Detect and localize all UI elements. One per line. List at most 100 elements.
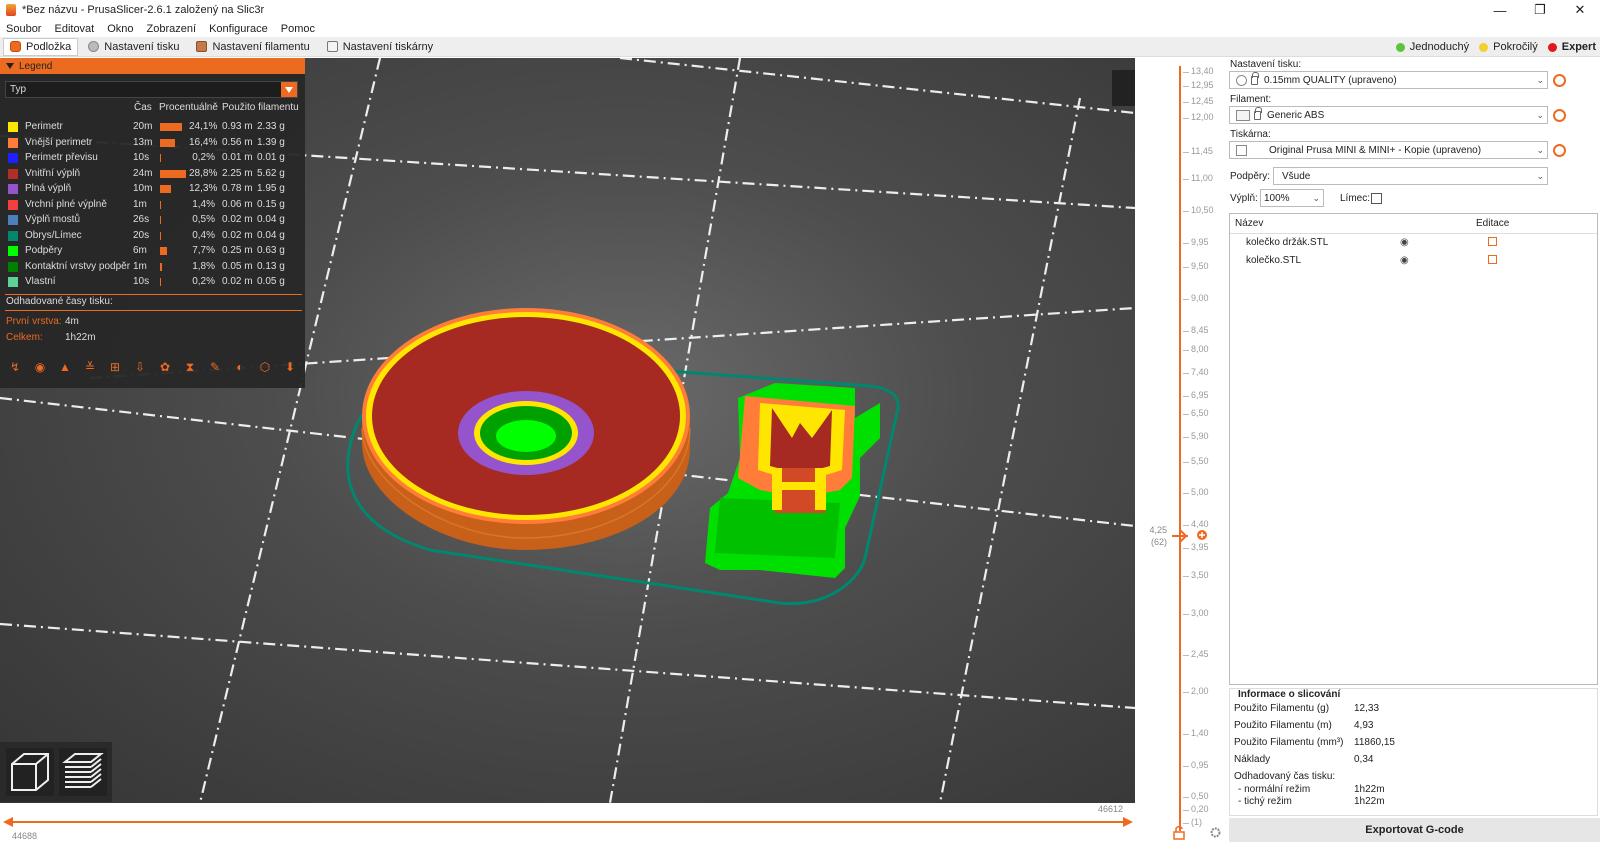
export-gcode-button[interactable]: Exportovat G-code (1229, 818, 1600, 842)
slider-thumb-left-icon[interactable] (3, 817, 13, 827)
retractions-icon[interactable]: ▲ (56, 358, 74, 376)
deretractions-icon[interactable]: ≚ (81, 358, 99, 376)
tab-print-settings[interactable]: Nastavení tisku (81, 38, 186, 56)
mode-advanced[interactable]: Pokročilý (1479, 41, 1538, 53)
3d-view-button[interactable] (6, 748, 54, 796)
vertical-layer-slider[interactable]: 13,40 12,95 12,45 12,00 11,45 11,00 10,50 9,95 9… (1135, 58, 1227, 843)
chevron-down-icon: ⌄ (1536, 145, 1544, 155)
seams-icon[interactable]: ⊞ (106, 358, 124, 376)
legend-percent-bar (160, 200, 162, 209)
menu-view[interactable]: Zobrazení (147, 23, 197, 35)
custom-gcodes-icon[interactable]: ✎ (206, 358, 224, 376)
info-value: 4,93 (1354, 720, 1374, 731)
pause-prints-icon[interactable]: ⧗ (181, 358, 199, 376)
legend-row[interactable]: Výplň mostů 26s 0,5% 0.02 m 0.04 g (0, 212, 305, 227)
chevron-down-icon: ⌄ (1536, 75, 1544, 85)
est-time-title: Odhadovaný čas tisku: (1234, 771, 1336, 782)
layer-tick-label: 2,45 (1183, 649, 1209, 659)
collapse-arrow-icon (6, 63, 14, 69)
legend-row[interactable]: Perimetr převisu 10s 0,2% 0.01 m 0.01 g (0, 150, 305, 165)
print-settings-combo[interactable]: 0.15mm QUALITY (upraveno) ⌄ (1229, 71, 1548, 89)
lock-icon[interactable] (1173, 826, 1185, 840)
legend-length: 0.01 m (222, 152, 253, 163)
tab-filament-settings-label: Nastavení filamentu (212, 40, 310, 53)
legend-percent-bar (160, 123, 182, 131)
edit-print-preset-icon[interactable] (1553, 74, 1566, 87)
minimize-button[interactable]: — (1480, 0, 1520, 20)
eye-icon[interactable]: ◉ (1400, 255, 1409, 266)
infill-combo[interactable]: 100% ⌄ (1260, 189, 1324, 207)
legend-row[interactable]: Obrys/Límec 20s 0,4% 0.02 m 0.04 g (0, 228, 305, 243)
info-value: 11860,15 (1354, 737, 1395, 748)
legend-row[interactable]: Vrchní plné výplně 1m 1,4% 0.06 m 0.15 g (0, 197, 305, 212)
wipe-icon[interactable]: ◉ (31, 358, 49, 376)
supports-combo[interactable]: Všude ⌄ (1273, 167, 1548, 185)
legend-row[interactable]: Vnější perimetr 13m 16,4% 0.56 m 1.39 g (0, 135, 305, 150)
move-slider-upper-value: 46612 (1098, 804, 1124, 814)
legend-row[interactable]: Plná výplň 10m 12,3% 0.78 m 1.95 g (0, 181, 305, 196)
menu-file[interactable]: Soubor (6, 23, 41, 35)
legend-percent: 1,4% (192, 198, 215, 210)
legend-row[interactable]: Perimetr 20m 24,1% 0.93 m 2.33 g (0, 119, 305, 134)
travel-icon[interactable]: ↯ (6, 358, 24, 376)
dropdown-arrow-icon[interactable] (281, 82, 297, 97)
horizontal-slider-track[interactable] (8, 821, 1130, 823)
info-value: 12,33 (1354, 703, 1380, 714)
shells-icon[interactable]: ⬡ (256, 358, 274, 376)
legend-header[interactable]: Legend (0, 58, 305, 74)
legend-percent-bar (160, 169, 186, 178)
menu-edit[interactable]: Editovat (54, 23, 94, 35)
add-color-change-icon[interactable] (1196, 529, 1208, 541)
legend-time: 20m (133, 121, 153, 132)
tool-changes-icon[interactable]: ⇩ (131, 358, 149, 376)
first-layer-value: 4m (65, 316, 79, 327)
menu-help[interactable]: Pomoc (281, 23, 315, 35)
wheel-support (496, 420, 556, 452)
legend-swatch (8, 215, 18, 225)
lock-icon (1254, 106, 1262, 120)
edit-printer-preset-icon[interactable] (1553, 144, 1566, 157)
color-changes-icon[interactable]: ✿ (156, 358, 174, 376)
preview-button[interactable] (59, 748, 107, 796)
center-of-gravity-icon[interactable]: ◐ (231, 358, 249, 376)
filament-combo[interactable]: Generic ABS ⌄ (1229, 106, 1548, 124)
view-mode-buttons (0, 742, 112, 802)
legend-time: 24m (133, 167, 153, 179)
tab-plater[interactable]: Podložka (3, 37, 79, 56)
legend-swatch (8, 137, 18, 148)
mode-expert[interactable]: Expert (1547, 41, 1596, 53)
menu-window[interactable]: Okno (107, 23, 133, 35)
slider-thumb-right-icon[interactable] (1123, 817, 1133, 827)
est-silent-value: 1h22m (1354, 796, 1385, 807)
legend-row[interactable]: Kontaktní vrstvy podpěr 1m 1,8% 0.05 m 0.13 … (0, 259, 305, 274)
mode-simple[interactable]: Jednoduchý (1395, 41, 1469, 53)
tab-printer-settings[interactable]: Nastavení tiskárny (320, 38, 440, 56)
legend-row[interactable]: Vnitřní výplň 24m 28,8% 2.25 m 5.62 g (0, 166, 305, 181)
edit-icon[interactable] (1488, 237, 1497, 246)
tool-marker-icon[interactable]: ⬇ (281, 358, 299, 376)
slicing-info-title: Informace o slicování (1238, 689, 1341, 700)
edit-filament-preset-icon[interactable] (1553, 109, 1566, 122)
printer-combo[interactable]: Original Prusa MINI & MINI+ - Kopie (upr… (1229, 141, 1548, 159)
maximize-button[interactable]: ❐ (1520, 0, 1560, 20)
legend-percent-bar (160, 247, 167, 255)
object-row[interactable]: kolečko.STL ◉ (1230, 253, 1597, 270)
menu-configuration[interactable]: Konfigurace (209, 23, 268, 35)
edit-icon[interactable] (1488, 255, 1497, 264)
horizontal-move-slider[interactable]: 44688 46612 (0, 803, 1135, 843)
brim-checkbox[interactable] (1371, 193, 1382, 204)
view-type-select[interactable]: Typ (5, 81, 298, 98)
layer-slider-track[interactable] (1179, 66, 1181, 831)
tab-filament-settings[interactable]: Nastavení filamentu (189, 38, 316, 56)
legend-length: 0.02 m (222, 276, 253, 287)
legend-row[interactable]: Vlastní 10s 0,2% 0.02 m 0.05 g (0, 274, 305, 289)
upper-thumb-icon[interactable] (1172, 530, 1188, 542)
legend-row[interactable]: Podpěry 6m 7,7% 0.25 m 0.63 g (0, 243, 305, 258)
object-row[interactable]: kolečko držák.STL ◉ (1230, 235, 1597, 252)
close-button[interactable]: ✕ (1560, 0, 1600, 20)
filament-color-icon (1236, 109, 1250, 121)
legend-percent: 12,3% (189, 183, 218, 194)
settings-cog-icon[interactable] (1209, 826, 1222, 839)
legend-weight: 1.39 g (257, 136, 285, 148)
eye-icon[interactable]: ◉ (1400, 237, 1409, 248)
